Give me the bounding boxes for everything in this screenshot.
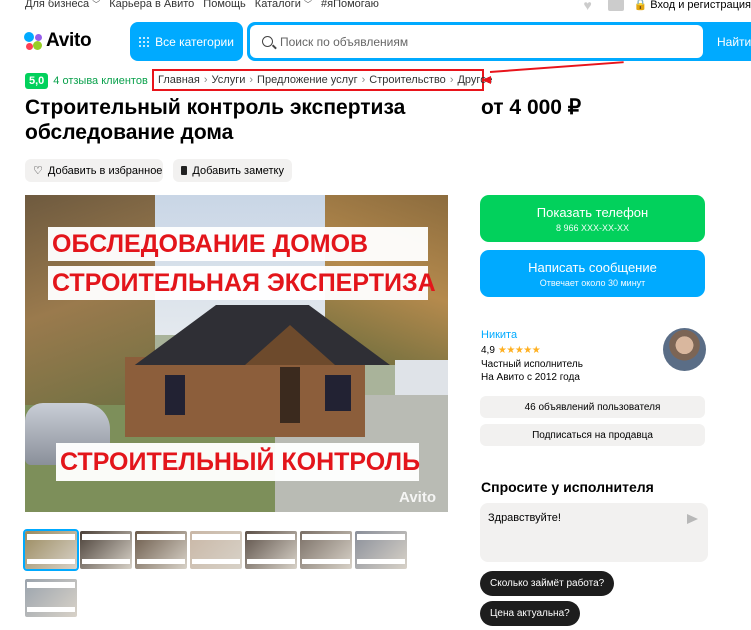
annotation-arrow-head [482, 76, 491, 84]
response-time: Отвечает около 30 минут [539, 277, 646, 288]
all-categories-label: Все категории [155, 34, 234, 49]
show-phone-label: Показать телефон [536, 204, 649, 220]
breadcrumb-item-services[interactable]: Услуги [212, 74, 246, 86]
breadcrumb-separator: › [203, 74, 208, 86]
top-link-help[interactable]: Помощь [203, 0, 246, 10]
seller-avatar[interactable] [663, 328, 706, 371]
reviews-link[interactable]: 4 отзыва клиентов [53, 75, 148, 87]
top-link-catalogs[interactable]: Каталоги ﹀ [255, 0, 312, 10]
photo-label-2: СТРОИТЕЛЬНАЯ ЭКСПЕРТИЗА [48, 266, 436, 300]
top-link-help-hashtag[interactable]: #яПомогаю [321, 0, 379, 10]
photo-thumbnail[interactable] [245, 531, 297, 569]
breadcrumb-separator: › [249, 74, 254, 86]
star-rating-icon: ★★★★★ [497, 345, 541, 356]
search-input[interactable] [280, 34, 680, 49]
all-categories-button[interactable]: Все категории [130, 22, 243, 61]
photo-thumbnail[interactable] [135, 531, 187, 569]
top-link-career[interactable]: Карьера в Авито [109, 0, 194, 10]
chevron-down-icon: ﹀ [92, 0, 101, 9]
seller-rating-value: 4,9 [481, 345, 495, 356]
seller-since: На Авито с 2012 года [481, 372, 580, 383]
logo-text: Avito [46, 30, 92, 51]
seller-name[interactable]: Никита [481, 329, 517, 341]
breadcrumb-separator: › [449, 74, 454, 86]
add-note-label: Добавить заметку [192, 164, 284, 177]
ask-title: Спросите у исполнителя [481, 479, 654, 495]
photo-label-1: ОБСЛЕДОВАНИЕ ДОМОВ [48, 227, 428, 261]
photo-thumbnail[interactable] [190, 531, 242, 569]
seller-type: Частный исполнитель [481, 359, 583, 370]
logo-dots-icon [24, 32, 42, 50]
note-icon [181, 166, 188, 175]
login-link[interactable]: 🔒 Вход и регистрация [634, 0, 751, 11]
breadcrumb-separator: › [361, 74, 366, 86]
ask-message-box: Здравствуйте! [480, 503, 708, 562]
write-message-label: Написать сообщение [528, 259, 657, 275]
chevron-down-icon: ﹀ [304, 0, 312, 9]
add-to-favorites-label: Добавить в избранное [47, 164, 163, 177]
cart-icon[interactable] [607, 0, 624, 11]
quick-question-chip[interactable]: Сколько займёт работа? [480, 571, 615, 596]
photo-thumbnail[interactable] [300, 531, 352, 569]
photo-thumbnail[interactable] [23, 529, 79, 571]
search-icon [262, 36, 273, 47]
listing-title: Строительный контроль экспертиза обследо… [25, 96, 406, 144]
search-bar: Найти [247, 22, 751, 61]
find-button[interactable]: Найти [717, 35, 751, 49]
phone-number: 8 966 XXX-XX-XX [555, 222, 630, 233]
photo-thumbnail[interactable] [80, 531, 132, 569]
top-links: Для бизнеса ﹀ Карьера в Авито Помощь Кат… [25, 0, 379, 10]
avito-watermark: Avito [399, 489, 436, 506]
ask-message-input[interactable]: Здравствуйте! [488, 512, 678, 552]
top-bar: Для бизнеса ﹀ Карьера в Авито Помощь Кат… [0, 0, 751, 14]
add-to-favorites-button[interactable]: ♡ Добавить в избранное [25, 159, 163, 182]
breadcrumb-item-construction[interactable]: Строительство [369, 74, 446, 86]
add-note-button[interactable]: Добавить заметку [173, 159, 292, 182]
grid-icon [139, 36, 150, 47]
send-icon[interactable] [687, 514, 698, 524]
breadcrumb: Главная › Услуги › Предложение услуг › С… [152, 69, 492, 91]
quick-question-chip[interactable]: Цена актуальна? [480, 601, 580, 626]
rating-row: 5,0 4 отзыва клиентов [25, 73, 148, 89]
photo-thumbnail[interactable] [25, 579, 77, 617]
heart-icon: ♡ [33, 165, 43, 177]
subscribe-seller-button[interactable]: Подписаться на продавца [480, 424, 705, 446]
breadcrumb-item-offers[interactable]: Предложение услуг [257, 74, 358, 86]
annotation-arrow-line [489, 61, 624, 73]
rating-badge: 5,0 [25, 73, 49, 89]
listing-price: от 4 000 ₽ [481, 96, 582, 119]
breadcrumb-item-home[interactable]: Главная [158, 74, 200, 86]
avito-logo[interactable]: Avito [24, 30, 92, 52]
seller-ads-button[interactable]: 46 объявлений пользователя [480, 396, 705, 418]
top-right: ♥ 🔒 Вход и регистрация [584, 0, 751, 12]
favorites-heart-icon[interactable]: ♥ [584, 0, 598, 12]
main-photo[interactable]: ОБСЛЕДОВАНИЕ ДОМОВ СТРОИТЕЛЬНАЯ ЭКСПЕРТИ… [25, 195, 448, 512]
write-message-button[interactable]: Написать сообщение Отвечает около 30 мин… [480, 250, 705, 297]
seller-rating: 4,9 ★★★★★ [481, 345, 541, 356]
top-link-business[interactable]: Для бизнеса ﹀ [25, 0, 100, 10]
photo-thumbnail[interactable] [355, 531, 407, 569]
search-field[interactable] [250, 25, 703, 58]
show-phone-button[interactable]: Показать телефон 8 966 XXX-XX-XX [480, 195, 705, 242]
photo-label-3: СТРОИТЕЛЬНЫЙ КОНТРОЛЬ [56, 443, 420, 481]
